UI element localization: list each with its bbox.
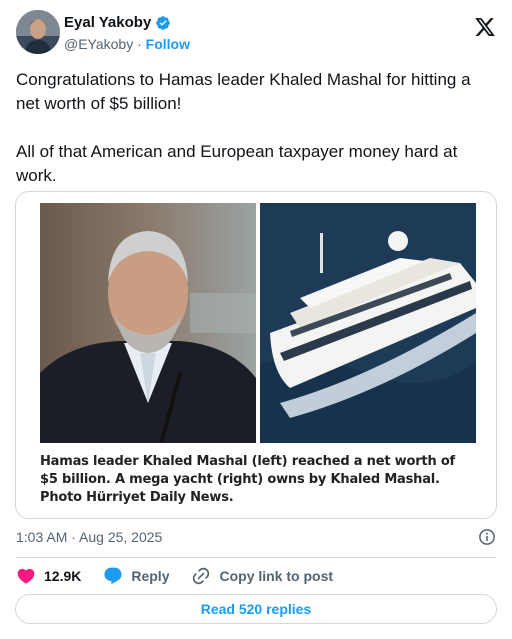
copy-link-button[interactable]: Copy link to post (191, 566, 333, 586)
tweet-header: Eyal Yakoby @EYakoby · Follow (16, 10, 498, 58)
tweet-text: Congratulations to Hamas leader Khaled M… (16, 68, 496, 188)
separator: · (133, 36, 146, 52)
handle-row: @EYakoby · Follow (64, 35, 190, 53)
display-name[interactable]: Eyal Yakoby (64, 14, 151, 32)
timestamp[interactable]: 1:03 AM · Aug 25, 2025 (16, 528, 162, 546)
media-image: Hamas leader Khaled Mashal (left) reache… (40, 203, 476, 505)
handle[interactable]: @EYakoby (64, 36, 133, 52)
x-logo-icon[interactable] (474, 16, 496, 38)
like-count: 12.9K (44, 568, 82, 584)
copy-link-label: Copy link to post (219, 568, 334, 584)
yacht-photo (260, 203, 476, 443)
name-row: Eyal Yakoby (64, 14, 190, 32)
read-replies-button[interactable]: Read 520 replies (15, 594, 497, 624)
tweet-paragraph-2: All of that American and European taxpay… (16, 142, 458, 185)
info-icon[interactable] (478, 528, 496, 546)
divider (16, 557, 496, 558)
reply-button[interactable]: Reply (103, 566, 169, 586)
verified-badge-icon (156, 16, 171, 30)
media-card[interactable]: Hamas leader Khaled Mashal (left) reache… (15, 191, 497, 519)
heart-icon (17, 568, 35, 584)
author-block: Eyal Yakoby @EYakoby · Follow (64, 14, 190, 53)
avatar[interactable] (16, 10, 60, 54)
like-button[interactable]: 12.9K (16, 566, 81, 586)
portrait-photo (40, 203, 256, 443)
action-bar: 12.9K Reply Copy link to post (16, 565, 355, 587)
link-icon (193, 567, 210, 585)
avatar-image (16, 10, 60, 54)
reply-label: Reply (131, 568, 170, 584)
tweet-paragraph-1: Congratulations to Hamas leader Khaled M… (16, 70, 471, 113)
follow-button[interactable]: Follow (146, 36, 190, 52)
speech-bubble-icon (104, 567, 122, 585)
image-caption: Hamas leader Khaled Mashal (left) reache… (40, 454, 456, 505)
